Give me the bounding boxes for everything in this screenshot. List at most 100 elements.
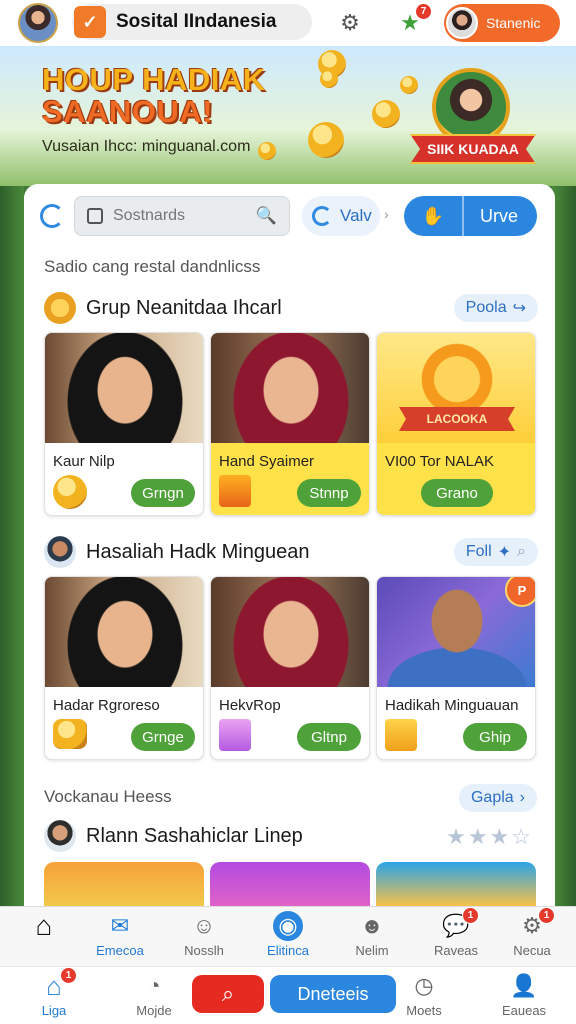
- card-label: VI00 Tor NALAK: [385, 453, 494, 470]
- section-pill-label: Foll: [465, 543, 492, 560]
- coin-icon: [320, 70, 338, 88]
- nav-item-chat[interactable]: 💬 1 Raveas: [416, 907, 496, 965]
- search-icon[interactable]: 🔍: [256, 206, 277, 226]
- banner-title-line2: SAANOUA!: [42, 94, 214, 129]
- reward-card[interactable]: P Hadikah Minguauan Ghip: [376, 576, 536, 760]
- card-action-button[interactable]: Gltnp: [297, 723, 361, 751]
- preview-card[interactable]: [44, 862, 204, 906]
- host-avatar: [44, 536, 76, 568]
- profile-icon: ☺: [192, 913, 216, 938]
- nav-item-home[interactable]: ⌂: [4, 910, 84, 965]
- card-action-button[interactable]: Grnge: [131, 723, 195, 751]
- urve-button[interactable]: ✋ Urve: [404, 196, 537, 236]
- gift-box-icon: [219, 475, 251, 507]
- nav-item-mail[interactable]: ✉ Emecoa: [80, 911, 160, 965]
- reward-card[interactable]: HekvRop Gltnp: [210, 576, 370, 760]
- reward-card[interactable]: Hand Syaimer Stnnp: [210, 332, 370, 516]
- user-name: Stanenic: [486, 15, 541, 31]
- share-icon: ↪: [512, 300, 526, 317]
- card-tag: P: [505, 577, 535, 607]
- card-action-button[interactable]: Grano: [421, 479, 493, 507]
- nav-item-liga[interactable]: ⌂ 1 Liga: [14, 967, 94, 1024]
- nav-item-profile[interactable]: ☺ Nosslh: [164, 911, 244, 965]
- search-icon: ⌕: [221, 981, 235, 1006]
- chat-icon: 💬 1: [441, 907, 479, 941]
- reward-card[interactable]: Kaur Nilp Grngn: [44, 332, 204, 516]
- hand-icon: ✋: [404, 196, 464, 236]
- notification-badge: 7: [415, 3, 432, 20]
- section-pill-button[interactable]: Foll ✦ ⌕: [453, 538, 538, 566]
- nav-label: Nelim: [355, 943, 389, 958]
- reward-card[interactable]: LACOOKA VI00 Tor NALAK Grano: [376, 332, 536, 516]
- my-avatar[interactable]: [18, 3, 58, 43]
- top-bar: ✓ Sosital IIndanesia ⚙ ★ 7 Stanenic: [0, 0, 576, 46]
- section-pill-button[interactable]: Poola ↪: [453, 294, 538, 322]
- nav-label: Eaueas: [501, 1003, 547, 1018]
- search-input[interactable]: [113, 207, 263, 225]
- globe-icon: ◉: [273, 911, 303, 941]
- user-chip[interactable]: Stanenic: [444, 4, 560, 42]
- face-icon: ☻: [360, 913, 384, 938]
- puzzle-icon[interactable]: ⚙: [334, 7, 366, 39]
- star-notification-icon[interactable]: ★ 7: [394, 3, 432, 39]
- banner-ribbon: SIIK KUADAA: [410, 134, 536, 164]
- refresh-icon: [312, 206, 332, 226]
- card-action-button[interactable]: Ghip: [463, 723, 527, 751]
- preview-card[interactable]: [376, 862, 536, 906]
- brand-pill[interactable]: ✓ Sosital IIndanesia: [72, 4, 312, 40]
- refresh-icon[interactable]: [40, 204, 64, 228]
- nav-item-mojde[interactable]: ◔ Mojde: [114, 971, 194, 1024]
- nav-bar-primary: ⌂ ✉ Emecoa ☺ Nosslh ◉ Elitinca ☻ Nelim 💬…: [0, 906, 576, 966]
- arrow-right-icon: ›: [384, 206, 389, 222]
- nav-item-moets[interactable]: ◷ Moets: [384, 971, 464, 1024]
- card-label: HekvRop: [219, 697, 281, 714]
- card-action-button[interactable]: Stnnp: [297, 479, 361, 507]
- card-photo: [211, 333, 369, 443]
- brand-name: Sosital IIndanesia: [116, 11, 277, 32]
- search-box[interactable]: 🔍: [74, 196, 290, 236]
- card-label: Hand Syaimer: [219, 453, 315, 470]
- coin-icon: [53, 475, 87, 509]
- nav-label: Mojde: [136, 1003, 172, 1018]
- rating-stars: ★★★☆: [446, 824, 533, 849]
- preview-card[interactable]: [210, 862, 370, 906]
- coin-icon: [372, 100, 400, 128]
- promo-banner[interactable]: HOUP HADIAK SAANOUA! Vusaian Ihcc: mingu…: [0, 46, 576, 186]
- card-label: Hadar Rgroreso: [53, 697, 160, 714]
- star-icon: ✦: [497, 544, 512, 561]
- card-photo: [45, 333, 203, 443]
- nav-label: Moets: [406, 1003, 442, 1018]
- nav-label: Liga: [41, 1003, 67, 1018]
- nav-badge: 1: [60, 967, 77, 984]
- badge-ribbon: LACOOKA: [399, 407, 515, 431]
- gear-icon: ⚙ 1: [517, 907, 555, 941]
- coin-icon: [308, 122, 344, 158]
- checkbox-icon: [87, 208, 103, 224]
- caption-mid-pill-label: Gapla: [470, 789, 514, 806]
- coin-icon: [400, 76, 418, 94]
- arrow-icon: ›: [519, 789, 525, 806]
- treasure-icon: [44, 292, 76, 324]
- reward-card[interactable]: Hadar Rgroreso Grnge: [44, 576, 204, 760]
- card-badge-art: LACOOKA: [377, 333, 535, 443]
- card-action-button[interactable]: Grngn: [131, 479, 195, 507]
- nav-item-face[interactable]: ☻ Nelim: [332, 911, 412, 965]
- valv-button[interactable]: Valv: [302, 196, 380, 236]
- coin-icon: [258, 142, 276, 160]
- mail-icon: ✉: [110, 913, 130, 938]
- caption-mid-pill[interactable]: Gapla ›: [458, 784, 537, 812]
- banner-subtitle: Vusaian Ihcc: minguanal.com: [42, 138, 251, 155]
- nav-item-eaueas[interactable]: 👤 Eaueas: [484, 971, 564, 1024]
- search-button[interactable]: ⌕: [192, 975, 264, 1013]
- user-icon: 👤: [510, 973, 538, 998]
- dneteeis-button[interactable]: Dneteeis: [270, 975, 396, 1013]
- section-title: Grup Neanitdaa Ihcarl: [86, 296, 282, 319]
- banner-title: HOUP HADIAK SAANOUA!: [42, 64, 266, 128]
- nav-item-settings[interactable]: ⚙ 1 Necua: [492, 907, 572, 965]
- coin-stack-icon: [53, 719, 87, 749]
- urve-label: Urve: [480, 205, 519, 226]
- home-icon: ⌂ 1: [39, 967, 77, 1001]
- nav-item-globe[interactable]: ◉ Elitinca: [248, 911, 328, 965]
- nav-label: Nosslh: [184, 943, 224, 958]
- banner-title-line1: HOUP HADIAK: [42, 62, 266, 97]
